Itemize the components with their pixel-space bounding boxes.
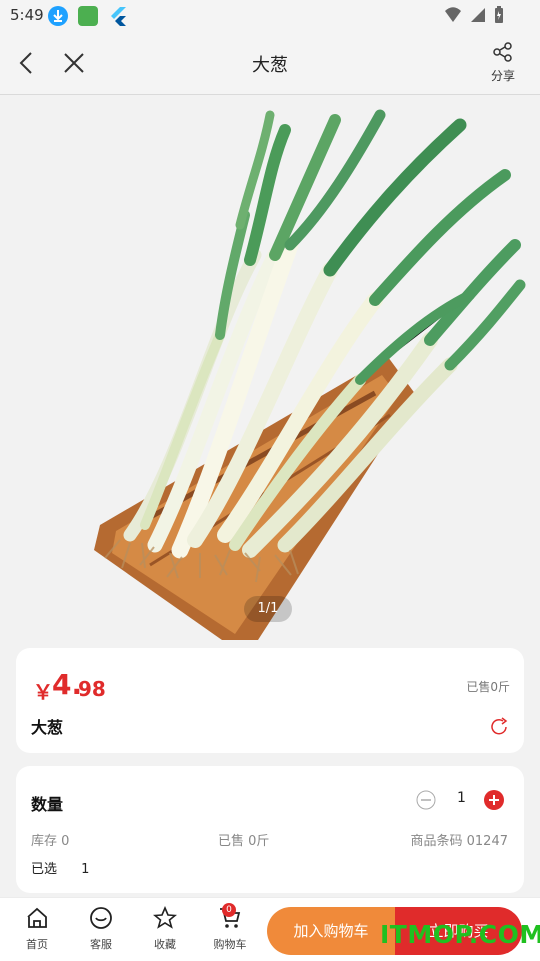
battery-icon [495, 6, 503, 23]
image-page-indicator: 1/1 [244, 596, 292, 622]
system-icons [444, 6, 504, 24]
currency-symbol: ￥ [33, 680, 53, 704]
product-image-gallery[interactable] [0, 95, 540, 640]
home-tab[interactable]: 首页 [13, 906, 61, 952]
star-icon [152, 905, 178, 929]
refresh-button[interactable] [488, 716, 510, 738]
service-tab[interactable]: 客服 [77, 906, 125, 952]
decrease-quantity-button[interactable] [416, 790, 436, 810]
stock-value: 0 [61, 834, 70, 849]
increase-quantity-button[interactable] [484, 790, 504, 810]
stock-info: 库存 0 [31, 830, 69, 849]
sold-value: 0斤 [248, 834, 270, 849]
selected-label: 已选 [31, 862, 58, 877]
page-title: 大葱 [252, 55, 288, 76]
sold-info: 已售 0斤 [218, 830, 269, 849]
barcode-info: 商品条码 01247 [410, 830, 508, 849]
plus-circle-icon [484, 790, 504, 810]
quantity-label: 数量 [31, 795, 64, 814]
site-watermark: ITMOP.COM [380, 920, 540, 949]
home-icon [27, 907, 47, 928]
home-label: 首页 [26, 938, 48, 951]
quantity-value: 1 [457, 790, 466, 806]
cart-label: 购物车 [213, 938, 247, 951]
price-decimal: 98 [78, 677, 106, 701]
minus-circle-icon [416, 790, 436, 810]
download-notification-icon [48, 6, 68, 26]
navigation-bar: 大葱 分享 [0, 32, 540, 95]
stock-label: 库存 [31, 834, 58, 849]
share-label: 分享 [490, 69, 515, 83]
refresh-icon [491, 717, 508, 735]
sold-label: 已售 [218, 834, 245, 849]
status-bar: 5:49 [0, 0, 540, 32]
favorite-tab[interactable]: 收藏 [141, 905, 189, 952]
share-icon [493, 42, 512, 62]
status-time: 5:49 [10, 6, 44, 24]
product-image [94, 109, 526, 640]
customer-service-icon [90, 907, 112, 929]
signal-icon [471, 8, 485, 22]
app-notification-icon [78, 6, 98, 26]
cart-badge: 0 [222, 903, 236, 917]
share-button[interactable]: 分享 [482, 42, 524, 86]
selected-value: 1 [81, 862, 90, 877]
service-label: 客服 [90, 938, 112, 951]
flutter-icon [108, 6, 128, 26]
product-name: 大葱 [31, 718, 64, 737]
wifi-icon [445, 7, 461, 22]
cart-tab[interactable]: 0 购物车 [206, 903, 254, 952]
price-card: ￥ 4. 98 已售0斤 大葱 [16, 648, 524, 753]
barcode-value: 01247 [466, 834, 508, 849]
barcode-label: 商品条码 [410, 834, 463, 849]
notification-icons [48, 6, 128, 26]
selected-info: 已选 1 [31, 858, 89, 877]
sold-summary: 已售0斤 [466, 680, 510, 694]
favorite-label: 收藏 [154, 938, 176, 951]
quantity-card: 数量 1 库存 0 已售 0斤 商品条码 01247 已选 1 [16, 766, 524, 893]
add-to-cart-button[interactable]: 加入购物车 [267, 907, 395, 955]
